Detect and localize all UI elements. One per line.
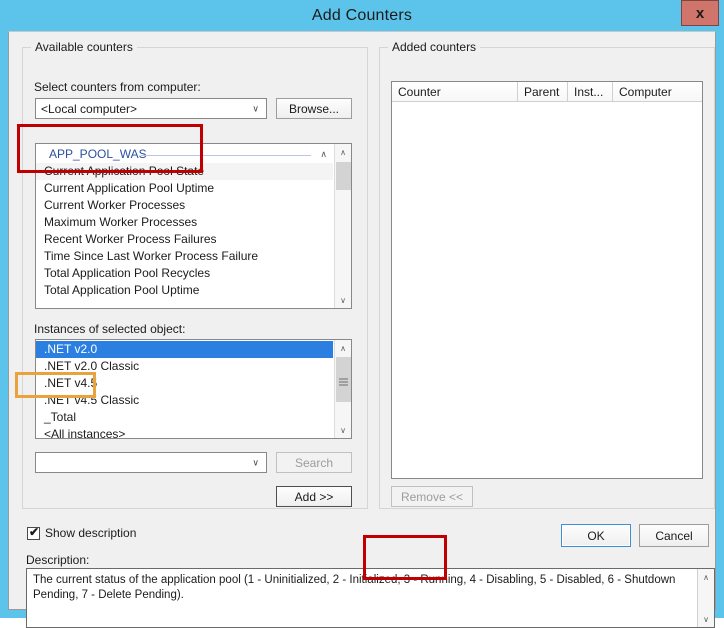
scrollbar-thumb[interactable] xyxy=(336,162,351,190)
instances-items: .NET v2.0 .NET v2.0 Classic .NET v4.5 .NET … xyxy=(36,341,333,439)
title-bar: Add Counters x xyxy=(8,0,719,31)
available-counters-group-label: Available counters xyxy=(31,40,137,54)
instances-list[interactable]: .NET v2.0 .NET v2.0 Classic .NET v4.5 .NET … xyxy=(35,339,352,439)
dialog-client-area: Available counters Select counters from … xyxy=(8,31,716,628)
search-combobox[interactable]: ∨ xyxy=(35,452,267,473)
add-counters-window: Add Counters x Available counters Select… xyxy=(0,0,724,628)
added-counters-group-label: Added counters xyxy=(388,40,481,54)
description-box: The current status of the application po… xyxy=(26,568,715,628)
counter-row[interactable]: Recent Worker Process Failures xyxy=(36,231,333,248)
select-computer-label: Select counters from computer: xyxy=(34,80,201,94)
description-scrollbar[interactable]: ∧ ∨ xyxy=(697,569,714,627)
counter-row[interactable]: Time Since Last Worker Process Failure xyxy=(36,248,333,265)
counter-group-row[interactable]: APP_POOL_WAS ∧ xyxy=(36,146,333,163)
show-description-checkbox[interactable]: ✔ xyxy=(27,524,40,540)
scroll-up-icon[interactable]: ∧ xyxy=(698,569,714,585)
scroll-up-icon[interactable]: ∧ xyxy=(335,340,351,356)
instance-label: <All instances> xyxy=(44,427,126,439)
instance-label: .NET v4.5 xyxy=(44,376,98,390)
added-counters-header-row: Counter Parent Inst... Computer xyxy=(392,82,702,102)
show-description-label: Show description xyxy=(45,526,137,540)
counter-label: Recent Worker Process Failures xyxy=(44,232,217,246)
group-divider xyxy=(141,155,311,156)
computer-combobox-value: <Local computer> xyxy=(41,101,138,116)
column-header-counter[interactable]: Counter xyxy=(392,82,518,101)
browse-button[interactable]: Browse... xyxy=(276,98,352,119)
added-counters-table[interactable]: Counter Parent Inst... Computer xyxy=(391,81,703,479)
instance-label: _Total xyxy=(44,410,77,424)
chevron-up-icon[interactable]: ∧ xyxy=(320,146,327,163)
counter-row[interactable]: Current Application Pool Uptime xyxy=(36,180,333,197)
instance-row[interactable]: <All instances> xyxy=(36,426,333,439)
chevron-down-icon: ∨ xyxy=(252,103,259,113)
counter-row[interactable]: Total Application Pool Uptime xyxy=(36,282,333,299)
search-button: Search xyxy=(276,452,352,473)
counter-label: Total Application Pool Recycles xyxy=(44,266,211,280)
cancel-button[interactable]: Cancel xyxy=(639,524,709,547)
available-counters-scrollbar[interactable]: ∧ ∨ xyxy=(334,144,351,308)
scrollbar-grip-icon xyxy=(339,376,348,385)
counter-label: Current Worker Processes xyxy=(44,198,186,212)
instance-row[interactable]: .NET v4.5 xyxy=(36,375,333,392)
computer-combobox[interactable]: <Local computer> ∨ xyxy=(35,98,267,119)
counter-label: Time Since Last Worker Process Failure xyxy=(44,249,259,263)
instance-row[interactable]: .NET v2.0 xyxy=(36,341,333,358)
instance-label: .NET v2.0 xyxy=(44,342,98,356)
description-label: Description: xyxy=(26,553,90,567)
instance-label: .NET v2.0 Classic xyxy=(44,359,140,373)
counter-label: Total Application Pool Uptime xyxy=(44,283,200,297)
counter-row[interactable]: Current Worker Processes xyxy=(36,197,333,214)
available-counters-list[interactable]: APP_POOL_WAS ∧ Current Application Pool St… xyxy=(35,143,352,309)
counter-row[interactable]: Current Application Pool State xyxy=(36,163,333,180)
add-button[interactable]: Add >> xyxy=(276,486,352,507)
checkmark-icon: ✔ xyxy=(29,524,40,539)
scroll-down-icon[interactable]: ∨ xyxy=(335,292,351,308)
scroll-down-icon[interactable]: ∨ xyxy=(335,422,351,438)
scroll-down-icon[interactable]: ∨ xyxy=(698,611,714,627)
scroll-up-icon[interactable]: ∧ xyxy=(335,144,351,160)
instance-row[interactable]: _Total xyxy=(36,409,333,426)
counter-row[interactable]: Maximum Worker Processes xyxy=(36,214,333,231)
instance-label: .NET v4.5 Classic xyxy=(44,393,140,407)
instance-row[interactable]: .NET v4.5 Classic xyxy=(36,392,333,409)
chevron-down-icon: ∨ xyxy=(252,457,259,467)
column-header-instance[interactable]: Inst... xyxy=(568,82,613,101)
remove-button: Remove << xyxy=(391,486,473,507)
instance-row[interactable]: .NET v2.0 Classic xyxy=(36,358,333,375)
close-icon[interactable]: x xyxy=(681,0,719,26)
counter-row[interactable]: Total Application Pool Recycles xyxy=(36,265,333,282)
column-header-computer[interactable]: Computer xyxy=(613,82,702,101)
scrollbar-thumb[interactable] xyxy=(336,357,351,402)
column-header-parent[interactable]: Parent xyxy=(518,82,568,101)
description-text: The current status of the application po… xyxy=(33,574,676,601)
counter-label: Maximum Worker Processes xyxy=(44,215,198,229)
window-title: Add Counters xyxy=(311,6,413,24)
counter-label: APP_POOL_WAS xyxy=(49,147,147,161)
counter-label: Current Application Pool State xyxy=(44,164,205,178)
instances-label: Instances of selected object: xyxy=(34,322,186,336)
ok-button[interactable]: OK xyxy=(561,524,631,547)
instances-scrollbar[interactable]: ∧ ∨ xyxy=(334,340,351,438)
show-description-row[interactable]: ✔ Show description xyxy=(27,524,137,540)
counter-label: Current Application Pool Uptime xyxy=(44,181,215,195)
available-counters-items: APP_POOL_WAS ∧ Current Application Pool St… xyxy=(36,146,333,299)
